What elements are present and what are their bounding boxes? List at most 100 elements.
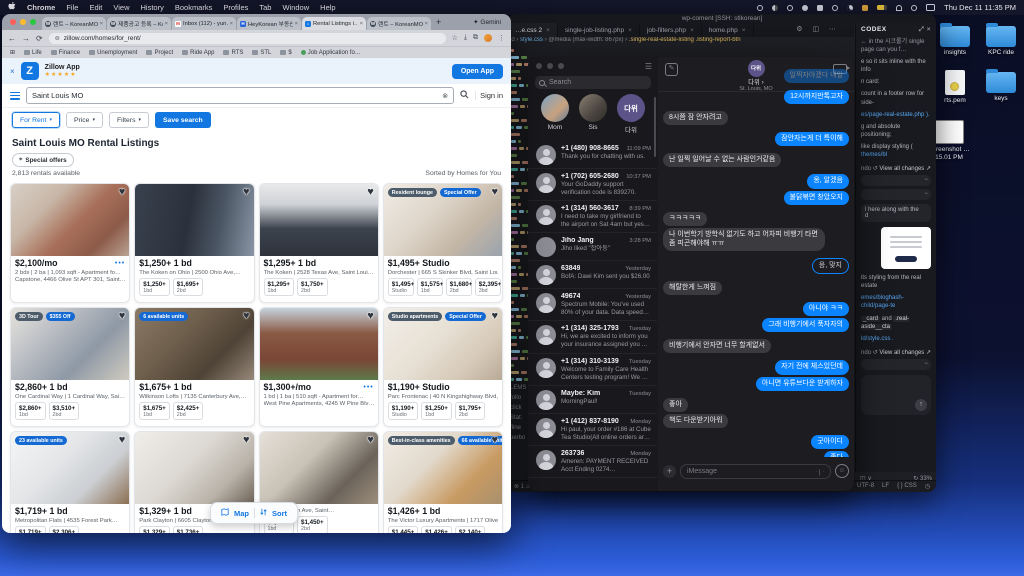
chat-list-item[interactable]: +1 (314) 310-3139TuesdayWelcome to Famil… [528,354,657,386]
codex-file-pill[interactable] [861,359,931,370]
unit-price-chip[interactable]: $1,445+1bd [388,526,419,533]
pinned-conversation-다위[interactable]: 다위다위 [617,94,645,134]
desktop-folder-keys[interactable]: keys [974,72,1024,103]
favorite-button[interactable]: ♥ [491,310,498,322]
tab-close-icon[interactable]: × [690,27,694,34]
bookmark-folder-finance[interactable]: Finance [51,50,80,56]
tab-close-icon[interactable]: × [100,21,103,27]
bookmark-job-application[interactable]: Job Application fo… [301,50,361,56]
tab-close-icon[interactable]: × [230,21,233,27]
bookmark-folder-unemployment[interactable]: Unemployment [89,50,137,56]
moon-focus-icon[interactable] [847,5,853,11]
unit-price-chip[interactable]: $1,750+2bd [297,278,328,296]
search-submit-icon[interactable] [460,90,469,101]
window-traffic-lights[interactable] [536,63,564,69]
vscode-tab[interactable]: job-filters.php× [640,23,702,37]
listing-card[interactable]: 6 available units♥$1,675+ 1 bdWilkinson … [134,307,254,427]
bookmark-folder-ride-app[interactable]: Ride App [182,50,214,56]
unit-price-chip[interactable]: $1,680+2bd [446,278,472,296]
browser-tab[interactable]: MInbox (112) - yun…× [172,17,236,30]
breadcrumb-part[interactable]: @media (max-width: 867px) [548,37,623,43]
filters-button[interactable]: Filters▾ [109,112,149,128]
unit-price-chip[interactable]: $1,250+1bd [139,278,170,296]
keyboard-brightness-icon[interactable] [757,5,763,11]
unit-price-chip[interactable]: $2,140+2bd [455,526,486,533]
tab-close-icon[interactable]: × [165,21,168,27]
tab-close-icon[interactable]: × [360,21,363,27]
window-traffic-lights[interactable] [10,19,36,25]
listing-card[interactable]: ♥$2,100/mo•••2 bds | 2 ba | 1,093 sqft -… [10,183,130,303]
favorite-button[interactable]: ♥ [367,310,374,322]
search-icon[interactable] [911,5,917,11]
chat-list-item[interactable]: +1 (412) 837-8190MondayHi paul, your ord… [528,414,657,446]
menu-item-chrome[interactable]: Chrome [27,3,55,12]
listing-card[interactable]: 23 available units♥$1,719+ 1 bdMetropoli… [10,431,130,533]
for-rent-filter[interactable]: For Rent▾ [12,112,60,128]
display-icon[interactable] [817,5,823,11]
favorite-button[interactable]: ♥ [243,186,250,198]
vscode-tab[interactable]: single-job-listing.php× [558,23,640,37]
attach-plus-button[interactable]: + [663,465,676,478]
new-tab-button[interactable]: + [436,17,441,27]
pinned-conversation-mom[interactable]: Mom [541,94,569,134]
downloads-icon[interactable]: ⤓ [464,34,467,42]
chat-list-item[interactable]: 63849YesterdayBofA: Dawi Kim sent you $2… [528,261,657,289]
listing-card[interactable]: ♥$1,300+/mo•••1 bd | 1 ba | 510 sqft - A… [259,307,379,427]
chat-list-item[interactable]: 49674YesterdaySpectrum Mobile: You've us… [528,289,657,321]
record-icon[interactable] [787,5,793,11]
menu-item-view[interactable]: View [113,3,129,12]
site-settings-icon[interactable]: ⊜ [55,35,60,42]
chrome-menu-icon[interactable]: ⋮ [498,34,505,42]
favorite-button[interactable]: ♥ [367,186,374,198]
browser-tab[interactable]: W렌트 – KoreanMO× [367,17,431,30]
status-bar-item[interactable]: { } CSS [897,483,917,490]
chat-list-item[interactable]: +1 (314) 560-36178:39 PMI need to take m… [528,201,657,233]
chat-list-item[interactable]: +1 (480) 908-866511:09 PMThank you for c… [528,141,657,169]
banner-close-icon[interactable]: × [10,67,15,76]
save-search-button[interactable]: Save search [155,112,211,128]
bookmark-folder-life[interactable]: Life [24,50,42,56]
tab-search-icon[interactable]: ⧉ [473,34,478,42]
sidebar-scrollbar[interactable] [654,97,656,157]
chat-list-item[interactable]: Maybe: KimTuesdayMorningPaul! [528,386,657,414]
unit-price-chip[interactable]: $1,695+2bd [173,278,204,296]
map-button[interactable]: Map [234,509,249,518]
menu-item-help[interactable]: Help [320,3,335,12]
messages-search-input[interactable]: Search [535,76,651,89]
codex-toolbar[interactable]: ndo ↺View all changes ↗ [861,349,931,356]
chat-list-item[interactable]: 263736MondayAmeren: PAYMENT RECEIVED Acc… [528,446,657,478]
codex-input-box[interactable]: ↑ [861,375,931,415]
bookmark-star-icon[interactable]: ☆ [452,34,458,42]
codex-send-button[interactable]: ↑ [915,399,927,411]
menu-item-profiles[interactable]: Profiles [223,3,248,12]
unit-price-chip[interactable]: $2,425+2bd [173,402,204,420]
unit-price-chip[interactable]: $2,306+2bd [49,526,80,533]
listing-card[interactable]: ♥$1,295+ 1 bdThe Koken | 2528 Texas Ave,… [259,183,379,303]
menu-bar-status-icons[interactable]: Thu Dec 11 11:35 PM [757,3,1016,12]
browser-tab[interactable]: W제품공고 등록 – Ko…× [107,17,171,30]
codex-toolbar[interactable]: ndo ↺View all changes ↗ [861,165,931,172]
bookmark-folder-stl[interactable]: STL [252,50,271,56]
listing-card[interactable]: ♥$1,250+ 1 bdThe Koken on Ohio | 2500 Oh… [134,183,254,303]
unit-price-chip[interactable]: $1,329+1bd [139,526,170,533]
unit-price-chip[interactable]: $2,395+3bd [475,278,501,296]
menu-item-file[interactable]: File [66,3,78,12]
listing-card[interactable]: 3D Tour$355 Off♥$2,860+ 1 bdOne Cardinal… [10,307,130,427]
open-app-button[interactable]: Open App [452,64,503,79]
favorite-button[interactable]: ♥ [243,310,250,322]
contrast-icon[interactable] [772,5,778,11]
unit-price-chip[interactable]: $1,575+1bd [417,278,443,296]
codex-file-pill[interactable] [861,175,931,186]
vscode-editor-actions[interactable]: ⚙ ◫ ⋯ [796,25,840,33]
location-search-input[interactable]: Saint Louis MO ⊗ [26,87,454,104]
forward-button[interactable]: → [22,34,30,43]
unit-price-chip[interactable]: $1,736+2bd [173,526,204,533]
sort-label[interactable]: Sorted by Homes for You [425,170,501,177]
unit-price-chip[interactable]: $3,510+2bd [49,402,80,420]
bookmark-folder-rts[interactable]: RTS [223,50,243,56]
wifi-icon[interactable] [896,5,902,11]
favorite-button[interactable]: ♥ [491,186,498,198]
tab-close-icon[interactable]: × [742,27,746,34]
chat-list-item[interactable]: +1 (702) 605-268010:37 PMYour GoDaddy su… [528,169,657,201]
listing-menu-icon[interactable]: ••• [115,260,125,267]
